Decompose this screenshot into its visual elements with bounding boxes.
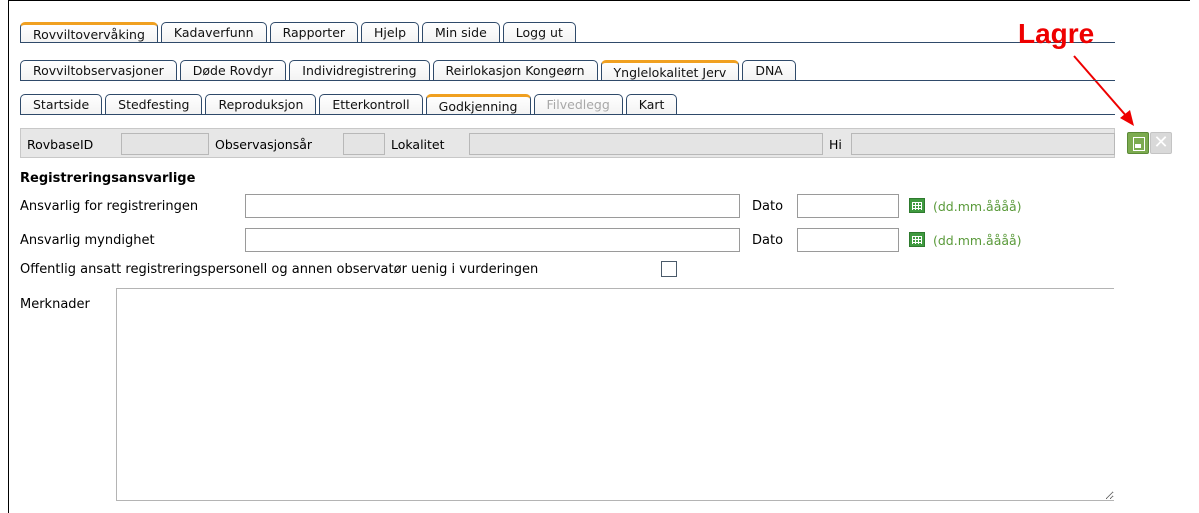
- tab-dna[interactable]: DNA: [742, 60, 796, 80]
- tab-reproduksjon[interactable]: Reproduksjon: [205, 94, 317, 114]
- tab-godkjenning[interactable]: Godkjenning: [425, 94, 531, 114]
- authority-input[interactable]: [245, 228, 740, 252]
- tab-dode-rovdyr[interactable]: Døde Rovdyr: [179, 60, 287, 80]
- tab-min-side[interactable]: Min side: [422, 22, 500, 42]
- tab-logg-ut[interactable]: Logg ut: [502, 22, 576, 42]
- date-format-hint-2: (dd.mm.åååå): [933, 233, 1022, 248]
- tabs-sub: Startside Stedfesting Reproduksjon Etter…: [20, 92, 680, 114]
- dato-input-2[interactable]: [797, 228, 899, 252]
- tabs-sub-underline: [20, 114, 1115, 115]
- tab-rovviltovervaking[interactable]: Rovviltovervåking: [20, 22, 158, 42]
- tab-kart[interactable]: Kart: [625, 94, 678, 114]
- observasjonsar-label: Observasjonsår: [215, 137, 313, 152]
- tab-kadaverfunn[interactable]: Kadaverfunn: [160, 22, 267, 42]
- frame-top-right-line: [1114, 0, 1190, 1]
- disagree-label: Offentlig ansatt registreringspersonell …: [20, 262, 539, 277]
- tab-individregistrering[interactable]: Individregistrering: [289, 60, 430, 80]
- tab-hjelp[interactable]: Hjelp: [361, 22, 420, 42]
- record-header-bar: RovbaseID Observasjonsår Lokalitet Hi: [20, 128, 1115, 158]
- lagre-annotation: Lagre: [1018, 18, 1095, 49]
- section-title: Registreringsansvarlige: [20, 171, 196, 186]
- dato-input-1[interactable]: [797, 194, 899, 218]
- calendar-icon[interactable]: [909, 198, 925, 213]
- merknader-textarea[interactable]: [116, 288, 1114, 501]
- tab-startside[interactable]: Startside: [20, 94, 103, 114]
- tabs-modules: Rovviltobservasjoner Døde Rovdyr Individ…: [20, 58, 799, 80]
- observasjonsar-field: [343, 133, 385, 155]
- calendar-icon[interactable]: [909, 232, 925, 247]
- lagre-arrow: [1073, 55, 1134, 126]
- tab-rapporter[interactable]: Rapporter: [269, 22, 359, 42]
- dato-label-1: Dato: [752, 199, 784, 214]
- tab-stedfesting[interactable]: Stedfesting: [105, 94, 203, 114]
- tab-filvedlegg: Filvedlegg: [533, 94, 623, 114]
- tabs-main: Rovviltovervåking Kadaverfunn Rapporter …: [20, 20, 579, 42]
- save-icon[interactable]: [1127, 132, 1149, 154]
- hi-label: Hi: [829, 137, 842, 152]
- responsible-label: Ansvarlig for registreringen: [20, 199, 199, 214]
- hi-field: [851, 133, 1115, 155]
- date-format-hint-1: (dd.mm.åååå): [933, 199, 1022, 214]
- authority-label: Ansvarlig myndighet: [20, 233, 155, 248]
- responsible-input[interactable]: [245, 194, 740, 218]
- tab-ynglelokalitet-jerv[interactable]: Ynglelokalitet Jerv: [600, 60, 740, 80]
- tabs-main-underline: [20, 42, 1115, 43]
- tab-rovviltobservasjoner[interactable]: Rovviltobservasjoner: [20, 60, 177, 80]
- lokalitet-field: [469, 133, 823, 155]
- rovbaseid-label: RovbaseID: [27, 137, 94, 152]
- rovbaseid-field: [121, 133, 209, 155]
- tab-reirlokasjon-kongeorn[interactable]: Reirlokasjon Kongeørn: [432, 60, 598, 80]
- lokalitet-label: Lokalitet: [391, 137, 445, 152]
- merknader-label: Merknader: [20, 297, 90, 312]
- tab-etterkontroll[interactable]: Etterkontroll: [319, 94, 423, 114]
- close-icon[interactable]: ✕: [1150, 132, 1172, 154]
- disagree-checkbox[interactable]: [661, 261, 677, 277]
- dato-label-2: Dato: [752, 233, 784, 248]
- tabs-modules-underline: [20, 80, 1115, 81]
